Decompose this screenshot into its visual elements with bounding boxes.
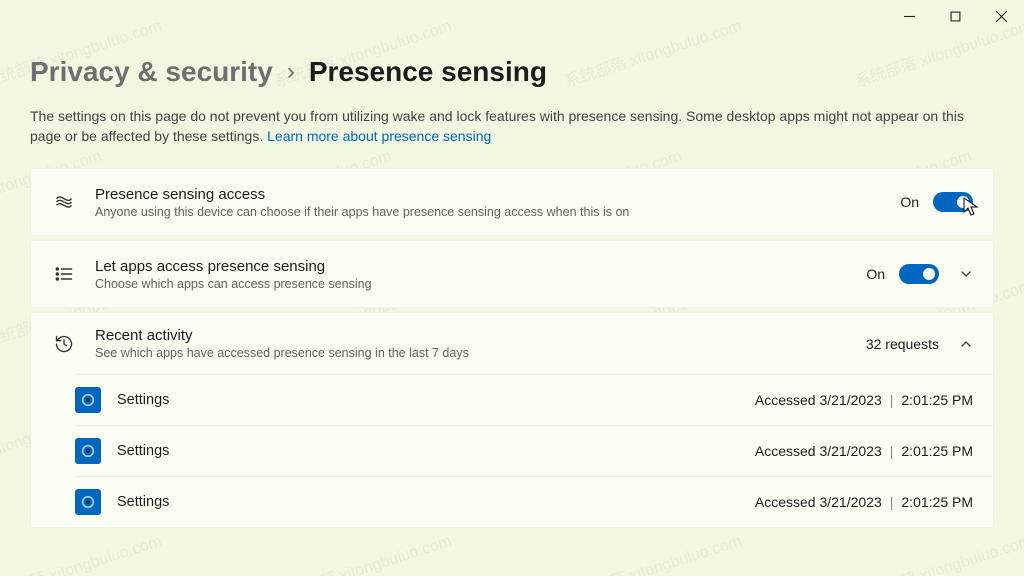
history-icon xyxy=(51,334,77,354)
chevron-down-icon[interactable] xyxy=(959,267,973,281)
description-text: The settings on this page do not prevent… xyxy=(30,108,964,144)
presence-icon xyxy=(51,192,77,212)
chevron-up-icon[interactable] xyxy=(959,337,973,351)
card-title: Let apps access presence sensing xyxy=(95,258,866,275)
activity-app-name: Settings xyxy=(117,443,755,459)
card-presence-sensing-access: Presence sensing access Anyone using thi… xyxy=(30,168,994,236)
activity-app-name: Settings xyxy=(117,392,755,408)
settings-app-icon xyxy=(75,387,101,413)
activity-row[interactable]: Settings Accessed 3/21/2023|2:01:25 PM xyxy=(75,476,993,527)
activity-timestamp: Accessed 3/21/2023|2:01:25 PM xyxy=(755,443,973,459)
presence-access-toggle[interactable] xyxy=(933,192,973,212)
list-icon xyxy=(51,264,77,284)
card-title: Presence sensing access xyxy=(95,186,900,203)
page-title: Presence sensing xyxy=(309,56,547,88)
activity-app-name: Settings xyxy=(117,494,755,510)
activity-row[interactable]: Settings Accessed 3/21/2023|2:01:25 PM xyxy=(75,374,993,425)
breadcrumb-separator: › xyxy=(287,58,295,86)
toggle-state-label: On xyxy=(900,194,919,210)
learn-more-link[interactable]: Learn more about presence sensing xyxy=(267,128,491,144)
card-title: Recent activity xyxy=(95,327,866,344)
activity-timestamp: Accessed 3/21/2023|2:01:25 PM xyxy=(755,494,973,510)
settings-app-icon xyxy=(75,438,101,464)
close-button[interactable] xyxy=(978,0,1024,32)
card-recent-activity: Recent activity See which apps have acce… xyxy=(30,312,994,528)
recent-activity-header[interactable]: Recent activity See which apps have acce… xyxy=(31,313,993,374)
settings-app-icon xyxy=(75,489,101,515)
activity-list: Settings Accessed 3/21/2023|2:01:25 PM S… xyxy=(75,374,993,527)
card-let-apps-access[interactable]: Let apps access presence sensing Choose … xyxy=(30,240,994,308)
page-description: The settings on this page do not prevent… xyxy=(30,106,994,146)
activity-row[interactable]: Settings Accessed 3/21/2023|2:01:25 PM xyxy=(75,425,993,476)
card-subtitle: Anyone using this device can choose if t… xyxy=(95,205,900,219)
card-subtitle: Choose which apps can access presence se… xyxy=(95,277,866,291)
activity-timestamp: Accessed 3/21/2023|2:01:25 PM xyxy=(755,392,973,408)
minimize-button[interactable] xyxy=(886,0,932,32)
request-count: 32 requests xyxy=(866,336,939,352)
breadcrumb-parent[interactable]: Privacy & security xyxy=(30,56,273,88)
maximize-button[interactable] xyxy=(932,0,978,32)
toggle-state-label: On xyxy=(866,266,885,282)
window-controls xyxy=(886,0,1024,32)
apps-access-toggle[interactable] xyxy=(899,264,939,284)
breadcrumb: Privacy & security › Presence sensing xyxy=(30,56,994,88)
card-subtitle: See which apps have accessed presence se… xyxy=(95,346,866,360)
